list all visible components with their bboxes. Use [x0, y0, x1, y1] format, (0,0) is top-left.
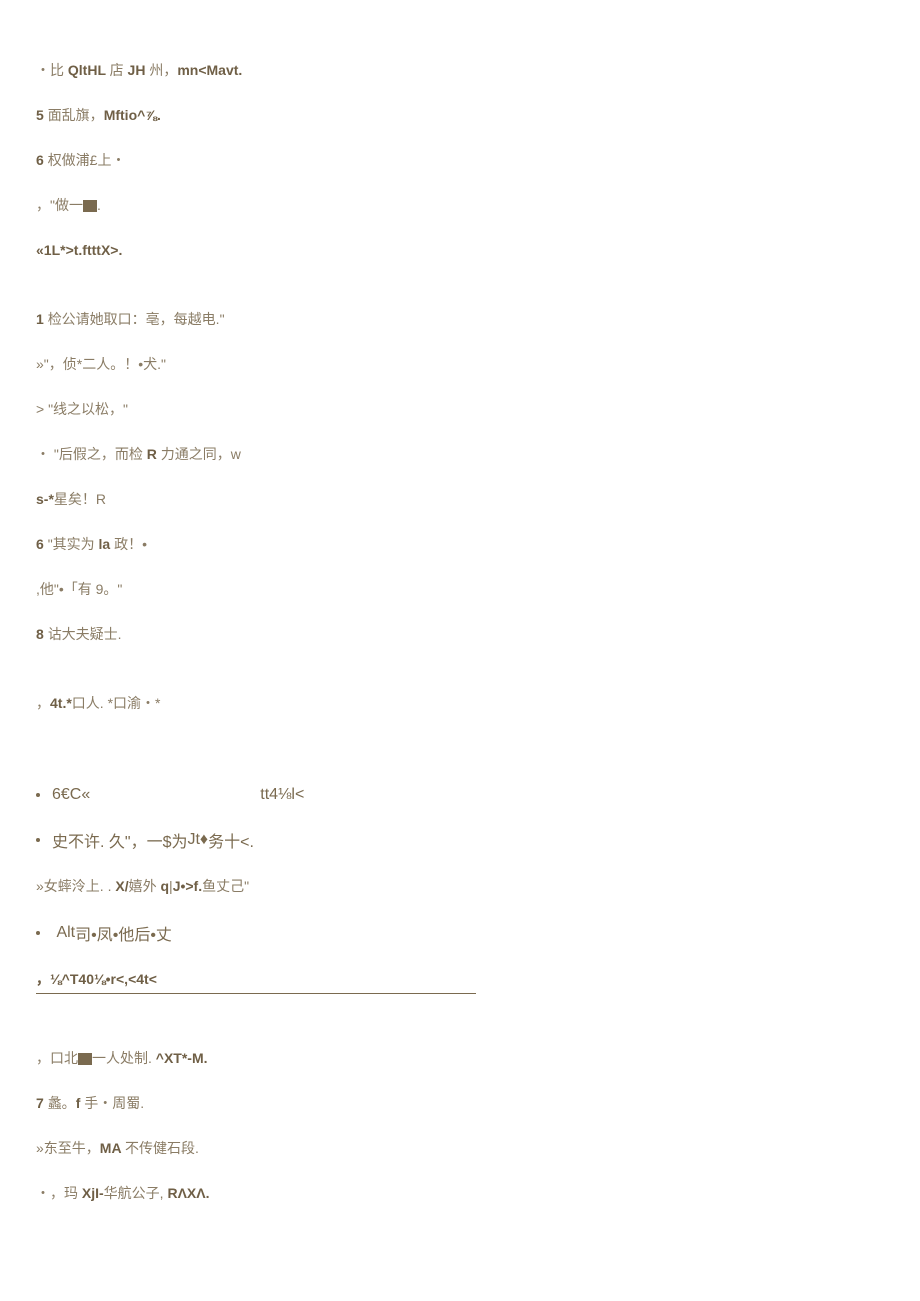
t: 手・周蜀.	[84, 1095, 144, 1111]
t: 司•凤•他后•丈	[75, 921, 172, 945]
spacer	[36, 738, 884, 762]
t: 检公请她取口：亳，每越电."	[48, 311, 225, 327]
text-line: ・ "后假之，而检 R 力通之同，w	[36, 444, 884, 465]
t: 6€C«	[52, 786, 90, 804]
t: 7	[36, 1095, 48, 1111]
text-line: 6 权做浦£上・	[36, 150, 884, 171]
t: ，口北	[36, 1050, 78, 1066]
text-line: ，"做一.	[36, 195, 884, 216]
t: 务十<.	[208, 828, 254, 852]
t: s-*	[36, 491, 54, 507]
t: ・比	[36, 62, 68, 78]
t: 4t.*	[50, 695, 72, 711]
t: X/	[115, 878, 128, 894]
t: 嬉外	[129, 878, 161, 894]
spacer	[36, 669, 884, 693]
t: tt4⅛l<	[260, 786, 304, 804]
t: 5	[36, 107, 48, 123]
redaction-block	[83, 200, 97, 212]
t: f	[76, 1095, 85, 1111]
t: 权做浦£上・	[48, 152, 126, 168]
text-line: ・比 QltHL 店 JH 州，mn<Mavt.	[36, 60, 884, 81]
t: MA	[100, 1140, 125, 1156]
text-line: > "线之以松，"	[36, 399, 884, 420]
t: 诂大夫疑士.	[48, 626, 122, 642]
t: Jt♦	[187, 831, 208, 849]
t: ^XT*-M.	[156, 1050, 208, 1066]
t: 鱼丈己"	[202, 878, 249, 894]
t: ・，玛	[36, 1185, 82, 1201]
text-line: »东至牛，MA 不传健石段.	[36, 1138, 884, 1159]
t: ,他"•「有 9。"	[36, 581, 122, 597]
text-line: «1L*>t.ftttX>.	[36, 240, 884, 261]
text-line: 6 "其实为 la 政！•	[36, 534, 884, 555]
t: Alt	[56, 924, 75, 942]
bullet-icon	[36, 838, 40, 842]
t: Mftio^⅞.	[104, 107, 161, 123]
text-line: 8 诂大夫疑士.	[36, 624, 884, 645]
t: 政！•	[114, 536, 147, 552]
bullet-icon	[36, 931, 40, 935]
text-line: »"，侦*二人。！•犬."	[36, 354, 884, 375]
t: 6	[36, 152, 48, 168]
text-line: 5 面乱旗，Mftio^⅞.	[36, 105, 884, 126]
t: ，⅛^T40⅛•r<,<4t<	[36, 971, 157, 987]
t: la	[99, 536, 115, 552]
text-line: s-*星矣！R	[36, 489, 884, 510]
spacer	[36, 285, 884, 309]
t: 6	[36, 536, 48, 552]
t: w	[231, 446, 241, 462]
t: 一人处制.	[92, 1050, 156, 1066]
t: R	[147, 446, 161, 462]
t: mn<Mavt.	[177, 62, 242, 78]
bullet-line: Alt 司•凤•他后•丈	[36, 921, 884, 945]
bullet-icon	[36, 793, 40, 797]
t: q	[160, 878, 169, 894]
bullet-line: 6€C« tt4⅛l<	[36, 786, 884, 804]
t: 店	[110, 62, 128, 78]
t: 力通之同，	[161, 446, 231, 462]
text-line: ,他"•「有 9。"	[36, 579, 884, 600]
underlined-line: ，⅛^T40⅛•r<,<4t<	[36, 969, 476, 994]
t: 口人. *口渝・*	[72, 695, 161, 711]
t: »东至牛，	[36, 1140, 100, 1156]
text-line: 7 蠡。f 手・周蜀.	[36, 1093, 884, 1114]
t: R	[96, 491, 106, 507]
t: 面乱旗，	[48, 107, 104, 123]
t: .	[97, 197, 101, 213]
t: ，	[36, 695, 50, 711]
text-line: ，4t.*口人. *口渝・*	[36, 693, 884, 714]
text-line: 1 检公请她取口：亳，每越电."	[36, 309, 884, 330]
t: 华航公子,	[104, 1185, 168, 1201]
t: JH	[128, 62, 150, 78]
t: ・ "后假之，而检	[36, 446, 147, 462]
t: QltHL	[68, 62, 110, 78]
t: ，"做一	[36, 197, 83, 213]
t: 星矣！	[54, 491, 96, 507]
text-line: »女蟀泠上. . X/嬉外 q|J•>f.鱼丈己"	[36, 876, 884, 897]
text-line: ・，玛 XjI-华航公子, RΛXΛ.	[36, 1183, 884, 1204]
t: XjI-	[82, 1185, 104, 1201]
t: RΛXΛ.	[167, 1185, 209, 1201]
t: »女蟀泠上. .	[36, 878, 115, 894]
t: 不传健石段.	[125, 1140, 199, 1156]
t: > "线之以松，"	[36, 401, 128, 417]
t: 州，	[149, 62, 177, 78]
spacer	[36, 762, 884, 786]
t: 蠡。	[48, 1095, 76, 1111]
t: »"，侦*二人。！•犬."	[36, 356, 166, 372]
t: J•>f.	[173, 878, 202, 894]
bullet-line: 史不许. 久"，一$为 Jt♦务十<.	[36, 828, 884, 852]
t: "其实为	[48, 536, 99, 552]
t: 1	[36, 311, 48, 327]
t: «1L*>t.ftttX>.	[36, 242, 122, 258]
text-line: ，口北一人处制. ^XT*-M.	[36, 1048, 884, 1069]
spacer	[36, 1024, 884, 1048]
t: 史不许. 久"，一$为	[52, 828, 187, 852]
document-page: ・比 QltHL 店 JH 州，mn<Mavt. 5 面乱旗，Mftio^⅞. …	[0, 0, 920, 1268]
redaction-block	[78, 1053, 92, 1065]
t: 8	[36, 626, 48, 642]
